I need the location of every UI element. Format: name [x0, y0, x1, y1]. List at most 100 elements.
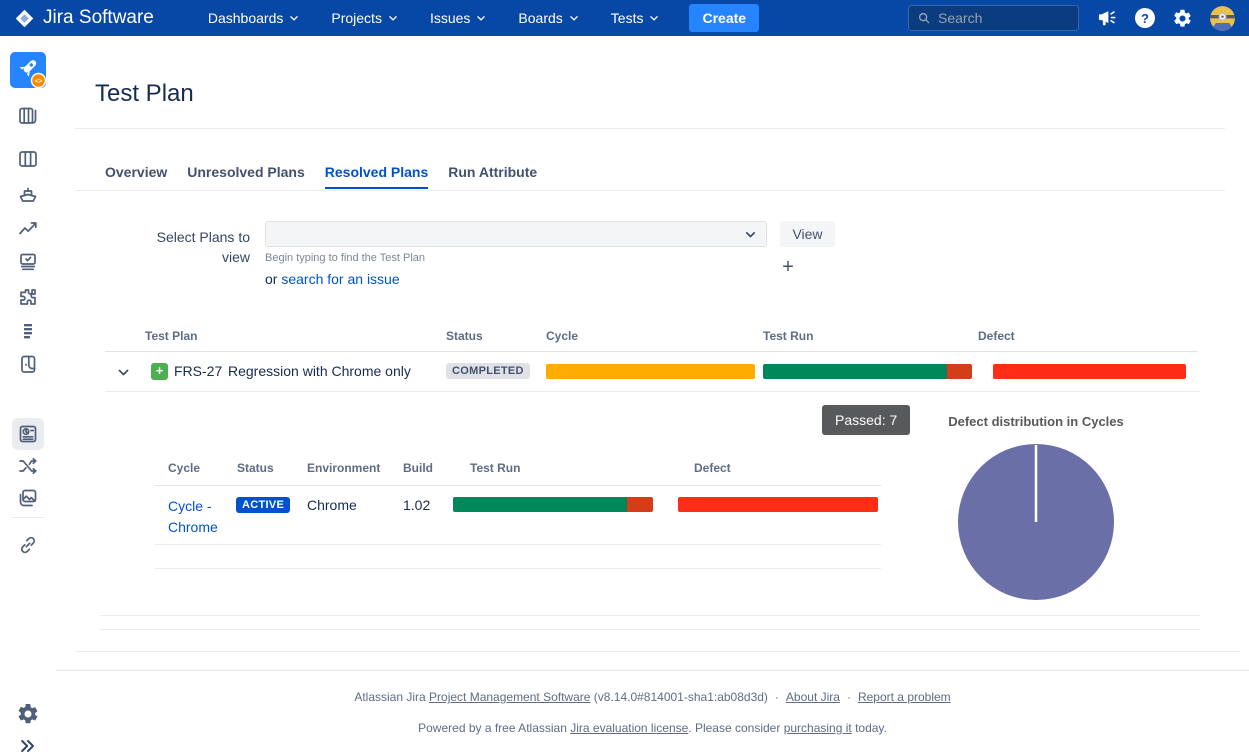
main-menu: Dashboards Projects Issues Boards Tests	[192, 0, 676, 36]
addons-puzzle-icon[interactable]	[16, 285, 40, 309]
build-value: 1.02	[403, 497, 430, 513]
navbar-right: ?	[908, 5, 1249, 31]
reports-chart-icon[interactable]	[16, 216, 40, 240]
jira-brand[interactable]: Jira Software	[0, 7, 168, 29]
cycle-link[interactable]: Cycle - Chrome	[168, 496, 232, 538]
inner-header-divider	[155, 485, 881, 486]
menu-boards[interactable]: Boards	[502, 0, 594, 36]
link-icon[interactable]	[16, 533, 40, 557]
cycle-test-run-bar[interactable]	[453, 497, 653, 512]
cycle-status-badge: ACTIVE	[236, 497, 290, 513]
issue-summary: Regression with Chrome only	[228, 363, 411, 379]
issue-key-link[interactable]: FRS-27	[174, 363, 222, 379]
footer-text: Atlassian Jira	[354, 690, 429, 704]
media-images-icon[interactable]	[16, 486, 40, 510]
test-sessions-icon[interactable]	[16, 250, 40, 274]
menu-label: Issues	[430, 10, 470, 26]
create-button[interactable]: Create	[689, 4, 759, 32]
purchase-link[interactable]: purchasing it	[784, 721, 852, 735]
gear-icon[interactable]	[1172, 8, 1193, 29]
status-badge: COMPLETED	[446, 363, 530, 379]
col-status: Status	[446, 329, 483, 343]
col-cycle: Cycle	[546, 329, 578, 343]
stacked-boards-icon[interactable]	[16, 103, 40, 127]
footer-line-2: Powered by a free Atlassian Jira evaluat…	[56, 721, 1249, 735]
page-title: Test Plan	[95, 80, 194, 108]
tab-unresolved-plans[interactable]: Unresolved Plans	[187, 164, 305, 189]
cycle-defect-bar[interactable]	[678, 497, 878, 512]
structure-list-icon[interactable]	[16, 319, 40, 343]
menu-projects[interactable]: Projects	[315, 0, 414, 36]
test-plan-select[interactable]	[265, 221, 767, 247]
col-defect: Defect	[694, 461, 731, 475]
tab-overview[interactable]: Overview	[105, 164, 167, 189]
row-divider	[105, 391, 1200, 392]
shuffle-icon[interactable]	[16, 454, 40, 478]
col-test-plan: Test Plan	[145, 329, 197, 343]
chevron-down-icon	[649, 13, 659, 23]
or-search-line: or search for an issue	[265, 271, 400, 287]
page-footer: Atlassian Jira Project Management Softwa…	[56, 670, 1249, 735]
footer-text: . Please consider	[688, 721, 783, 735]
select-plans-label: Select Plans to view	[140, 227, 250, 267]
defect-progress-bar[interactable]	[993, 364, 1186, 379]
menu-tests[interactable]: Tests	[595, 0, 676, 36]
test-run-progress-bar[interactable]	[763, 364, 972, 379]
megaphone-icon[interactable]	[1096, 7, 1118, 29]
project-sidebar: <>	[0, 36, 56, 739]
user-avatar[interactable]	[1210, 6, 1235, 31]
pages-door-icon[interactable]	[16, 352, 40, 376]
brand-label: Jira Software	[43, 7, 154, 29]
license-link[interactable]: Jira evaluation license	[570, 721, 688, 735]
jira-app: Jira Software Dashboards Projects Issues…	[0, 0, 1249, 739]
passed-tooltip: Passed: 7	[822, 405, 910, 435]
footer-separator: ·	[775, 690, 779, 704]
col-test-run: Test Run	[470, 461, 520, 475]
help-icon[interactable]: ?	[1135, 8, 1155, 28]
col-status: Status	[237, 461, 274, 475]
project-avatar[interactable]: <>	[10, 52, 46, 88]
sidebar-divider	[11, 517, 45, 518]
add-plan-button[interactable]: +	[779, 256, 797, 279]
menu-label: Boards	[518, 10, 562, 26]
select-hint: Begin typing to find the Test Plan	[265, 252, 425, 264]
top-navbar: Jira Software Dashboards Projects Issues…	[0, 0, 1249, 36]
col-cycle: Cycle	[168, 461, 200, 475]
tab-run-attribute[interactable]: Run Attribute	[448, 164, 537, 189]
pms-link[interactable]: Project Management Software	[429, 690, 590, 704]
about-jira-link[interactable]: About Jira	[786, 690, 840, 704]
tab-resolved-plans[interactable]: Resolved Plans	[325, 164, 429, 189]
search-input[interactable]	[938, 10, 1070, 26]
settings-gear-icon[interactable]	[16, 702, 40, 726]
test-plan-type-icon: +	[151, 363, 168, 380]
board-columns-icon[interactable]	[16, 147, 40, 171]
environment-value: Chrome	[307, 497, 357, 513]
svg-text:<>: <>	[35, 78, 43, 85]
footer-separator: ·	[847, 690, 851, 704]
expand-chevrons-icon[interactable]	[18, 736, 38, 756]
collapse-row-chevron[interactable]	[117, 366, 130, 379]
defect-distribution-pie	[957, 443, 1115, 601]
col-environment: Environment	[307, 461, 380, 475]
chevron-down-icon	[476, 13, 486, 23]
version-text: (v8.14.0#814001-sha1:ab08d3d)	[590, 690, 767, 704]
chevron-down-icon	[569, 13, 579, 23]
cycle-progress-bar[interactable]	[546, 364, 755, 379]
search-for-issue-link[interactable]: search for an issue	[281, 271, 399, 287]
inner-row-divider	[155, 568, 881, 569]
inner-row-divider	[155, 544, 881, 545]
menu-issues[interactable]: Issues	[414, 0, 502, 36]
panel-bottom-divider	[100, 615, 1200, 616]
chevron-down-icon	[744, 228, 757, 241]
menu-label: Tests	[611, 10, 644, 26]
global-search[interactable]	[908, 5, 1079, 31]
menu-dashboards[interactable]: Dashboards	[192, 0, 316, 36]
view-button[interactable]: View	[780, 221, 835, 247]
report-problem-link[interactable]: Report a problem	[858, 690, 951, 704]
test-report-card-icon[interactable]	[12, 418, 44, 450]
col-test-run: Test Run	[763, 329, 813, 343]
pie-chart-title: Defect distribution in Cycles	[926, 414, 1146, 429]
col-build: Build	[403, 461, 433, 475]
releases-ship-icon[interactable]	[16, 182, 40, 206]
section-bottom-divider	[75, 651, 1240, 652]
